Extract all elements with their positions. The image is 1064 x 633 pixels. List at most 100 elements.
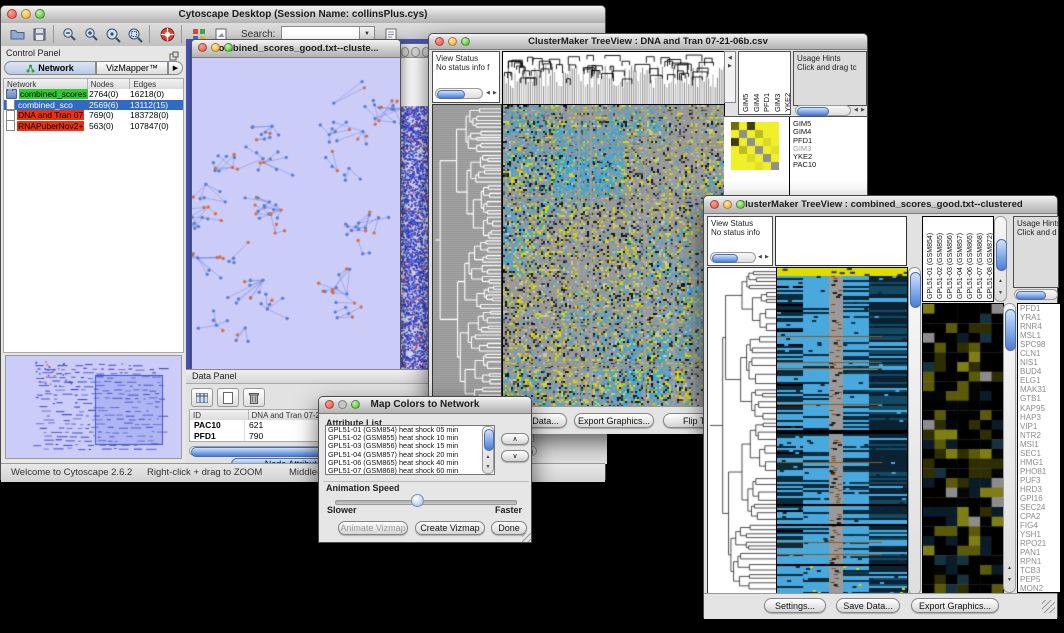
- scroll-left-arrow[interactable]: ◀: [854, 108, 858, 113]
- network-row[interactable]: combined_scores 2764(0) 16218(0): [4, 89, 183, 100]
- gene-label[interactable]: GTB1: [1018, 394, 1060, 403]
- create-attribute-button[interactable]: [217, 388, 239, 407]
- gene-label[interactable]: MAK31: [1018, 385, 1060, 394]
- zoom-button[interactable]: [351, 400, 360, 409]
- view-status-hscrollbar[interactable]: [435, 88, 483, 99]
- network-row[interactable]: DNA and Tran 07 769(0) 183728(0): [4, 110, 183, 121]
- export-graphics-button[interactable]: Export Graphics...: [911, 598, 999, 613]
- move-up-button[interactable]: ∧: [501, 433, 529, 445]
- help-button[interactable]: [157, 25, 177, 44]
- gene-label[interactable]: PAN1: [1018, 548, 1060, 557]
- zoom-button[interactable]: [461, 37, 470, 46]
- tab-network[interactable]: Network: [4, 61, 96, 75]
- scroll-thumb[interactable]: [1016, 291, 1046, 300]
- move-down-button[interactable]: ∨: [501, 450, 529, 462]
- inactive-close-button[interactable]: [401, 47, 409, 57]
- minimize-button[interactable]: [723, 200, 732, 209]
- scroll-left-arrow[interactable]: ◀: [728, 56, 732, 61]
- matrix-row-label[interactable]: PAC10: [793, 161, 867, 169]
- select-attributes-button[interactable]: [191, 388, 213, 407]
- usage-hints-hscrollbar[interactable]: [1014, 289, 1058, 300]
- treeview2-row-dendrogram[interactable]: [707, 267, 777, 595]
- column-label[interactable]: GPL51-04 (GSM857): [956, 219, 966, 299]
- gene-label[interactable]: YSH1: [1018, 530, 1060, 539]
- view-status-hscrollbar[interactable]: [710, 252, 756, 263]
- inactive-minimize-button[interactable]: [411, 47, 419, 57]
- create-vizmap-button[interactable]: Create Vizmap: [415, 521, 485, 535]
- column-label[interactable]: GPL51-08 (GSM872): [986, 219, 994, 299]
- zoom-button[interactable]: [35, 9, 45, 19]
- column-label[interactable]: GPL51-03 (GSM856): [946, 219, 956, 299]
- column-label[interactable]: GIM5: [741, 54, 751, 112]
- gene-label[interactable]: TCB3: [1018, 566, 1060, 575]
- scroll-thumb[interactable]: [1005, 309, 1016, 351]
- attribute-list-item[interactable]: GPL51-07 (GSM868) heat shock 60 min: [326, 467, 494, 475]
- scroll-up-arrow[interactable]: ▲: [1007, 566, 1012, 571]
- speed-slider-track[interactable]: [335, 500, 517, 505]
- scroll-thumb[interactable]: [996, 239, 1007, 271]
- overview-canvas[interactable]: [7, 357, 180, 457]
- scroll-thumb[interactable]: [437, 90, 465, 99]
- treeview2-heatmap[interactable]: [776, 267, 908, 595]
- scroll-left-arrow[interactable]: ◀: [758, 255, 762, 260]
- close-button[interactable]: [435, 37, 444, 46]
- background-network-window[interactable]: [397, 43, 431, 374]
- treeview1-column-dendrogram[interactable]: [502, 51, 725, 105]
- minimize-button[interactable]: [21, 9, 31, 19]
- close-button[interactable]: [710, 200, 719, 209]
- zoom-fit-button[interactable]: [125, 25, 145, 44]
- gene-label[interactable]: CLN1: [1018, 349, 1060, 358]
- detail-vscrollbar[interactable]: ▲ ▼: [1003, 303, 1016, 593]
- gene-label[interactable]: ELG1: [1018, 376, 1060, 385]
- treeview1-matrix-heatmap[interactable]: [731, 122, 779, 170]
- open-session-button[interactable]: [7, 25, 27, 44]
- gene-label[interactable]: MSL1: [1018, 331, 1060, 340]
- scroll-thumb[interactable]: [797, 107, 829, 116]
- treeview1-heatmap[interactable]: [502, 104, 725, 408]
- heatmap-vscrollbar[interactable]: [908, 267, 921, 595]
- scroll-down-arrow[interactable]: ▼: [998, 291, 1003, 296]
- gene-label[interactable]: PEP5: [1018, 575, 1060, 584]
- gene-label[interactable]: HMG1: [1018, 458, 1060, 467]
- network-row[interactable]: combined_sco 2569(6) 13112(15): [4, 100, 183, 111]
- gene-label[interactable]: VIP1: [1018, 422, 1060, 431]
- usage-hints-hscrollbar[interactable]: [795, 105, 851, 116]
- gene-label[interactable]: PUF3: [1018, 476, 1060, 485]
- column-label[interactable]: GPL51-02 (GSM855): [936, 219, 946, 299]
- treeview1-mini-scrollbar[interactable]: ◀ ▶: [724, 51, 736, 103]
- network-row[interactable]: RNAPuberNov2+ 563(0) 107847(0): [4, 121, 183, 132]
- gene-label[interactable]: SEC1: [1018, 449, 1060, 458]
- scroll-right-arrow[interactable]: ▶: [493, 91, 497, 96]
- export-graphics-button[interactable]: Export Graphics...: [574, 413, 654, 428]
- gene-label[interactable]: RPO21: [1018, 539, 1060, 548]
- gene-label[interactable]: MON2: [1018, 584, 1060, 593]
- column-label[interactable]: GPL51-01 (GSM854): [926, 219, 936, 299]
- scroll-thumb[interactable]: [484, 429, 494, 451]
- gene-label[interactable]: NIS1: [1018, 358, 1060, 367]
- scroll-thumb[interactable]: [712, 254, 738, 263]
- column-label[interactable]: GIM3: [773, 54, 783, 112]
- network-view-canvas[interactable]: [192, 58, 400, 369]
- gene-label[interactable]: PHO81: [1018, 467, 1060, 476]
- save-data-button[interactable]: Save Data...: [836, 598, 900, 613]
- tabs-overflow-button[interactable]: ▶: [168, 61, 183, 75]
- column-label[interactable]: GPL51-07 (GSM868): [976, 219, 986, 299]
- map-colors-titlebar[interactable]: Map Colors to Network: [319, 397, 531, 414]
- header-network[interactable]: Network: [4, 79, 88, 89]
- scroll-down-arrow[interactable]: ▼: [486, 465, 491, 470]
- scroll-right-arrow[interactable]: ▶: [728, 64, 732, 69]
- network-overview-thumbnail[interactable]: [5, 355, 182, 459]
- gene-label[interactable]: MSI1: [1018, 440, 1060, 449]
- column-label[interactable]: GIM4: [752, 54, 762, 112]
- gene-label[interactable]: PFD1: [1018, 304, 1060, 313]
- gene-label[interactable]: YRA1: [1018, 313, 1060, 322]
- minimize-button[interactable]: [448, 37, 457, 46]
- gene-label[interactable]: CPA2: [1018, 512, 1060, 521]
- dense-network-canvas[interactable]: [399, 106, 429, 370]
- minimize-button[interactable]: [211, 43, 220, 52]
- resize-grip[interactable]: [1042, 600, 1055, 613]
- close-button[interactable]: [7, 9, 17, 19]
- column-label[interactable]: GPL51-06 (GSM865): [966, 219, 976, 299]
- zoom-button[interactable]: [224, 43, 233, 52]
- scroll-down-arrow[interactable]: ▼: [1007, 578, 1012, 583]
